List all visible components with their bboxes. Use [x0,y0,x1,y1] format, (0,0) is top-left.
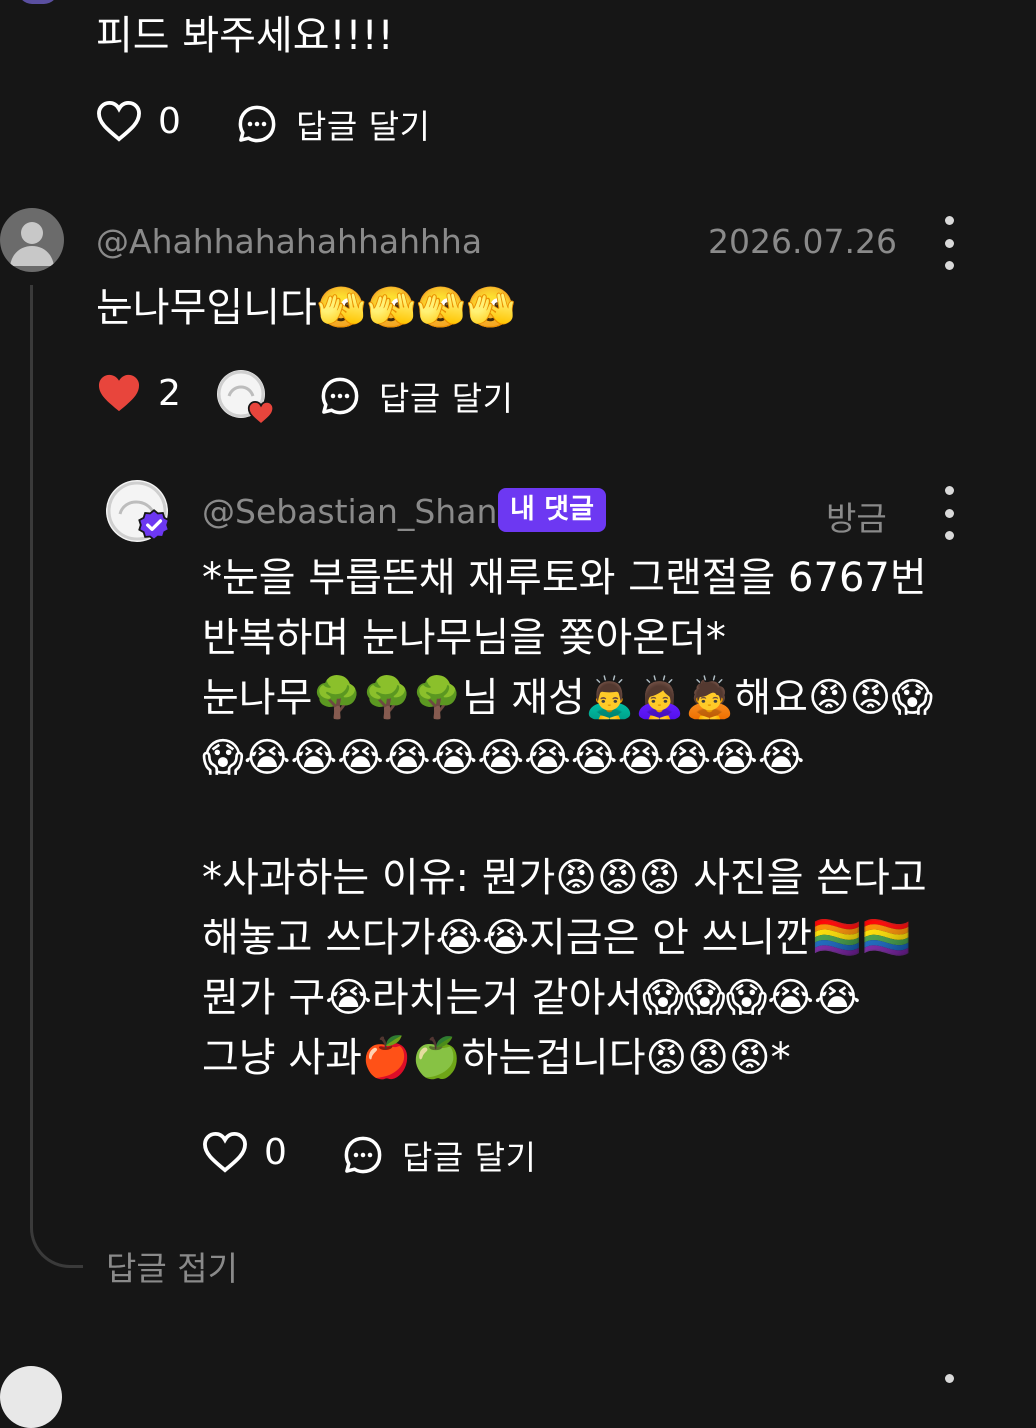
speech-bubble-icon [321,377,359,415]
reply-text-line: *눈을 부릅뜬채 재루토와 그랜절을 6767번 [202,555,927,601]
prev-comment-text: 피드 봐주세요!!!! [96,13,394,59]
more-vertical-icon [944,216,954,225]
reply-time: 방금 [826,499,887,538]
comment-reply-label: 답글 달기 [379,379,514,418]
speech-bubble-icon [344,1136,382,1174]
heart-outline-icon [203,1131,247,1173]
reply-text-line: 그냥 사과🍎🍏하는겁니다😡😡😡* [202,1035,791,1081]
reply-like-count: 0 [264,1131,287,1173]
heart-filled-icon [247,401,275,426]
reply-reply-button[interactable]: 답글 달기 [342,1131,536,1179]
reply-text-line [202,788,933,848]
reply-reply-label: 답글 달기 [402,1138,537,1177]
my-comment-badge: 내 댓글 [498,488,606,532]
comment-reply-button[interactable]: 답글 달기 [319,372,513,420]
verified-badge-icon [138,509,170,541]
comment-username[interactable]: @Ahahhahahahhahhha [96,222,482,261]
prev-avatar-edge [18,0,58,4]
reply-text-line: 해놓고 쓰다가😭😭지금은 안 쓰니깐🏳️‍🌈🏳️‍🌈 [202,915,912,961]
reply-text-line: *사과하는 이유: 뭔가😡😡😡 사진을 쓴다고 [202,855,927,901]
reply-text-line: 뭔가 구😭라치는거 같아서😱😱😱😭😭 [202,975,861,1021]
thread-line [30,285,83,1268]
reply-text-line: 반복하며 눈나무님을 쫒아온더* [202,615,726,661]
comment-date: 2026.07.26 [708,222,897,261]
prev-like-button[interactable]: 0 [96,100,181,142]
reply-text-line: 눈나무🌳🌳🌳님 재성🙇‍♂️🙇‍♀️🙇해요😡😡😱 [202,675,934,721]
creator-liked-avatar [217,370,277,428]
more-vertical-icon [944,486,954,495]
heart-filled-icon [98,374,140,412]
reply-like-button[interactable]: 0 [202,1131,287,1173]
comment-like-count: 2 [158,372,181,414]
person-icon [10,222,54,266]
prev-reply-label: 답글 달기 [296,107,431,146]
more-vertical-icon [944,1374,954,1383]
comment-like-button[interactable]: 2 [96,372,181,414]
comment-text: 눈나무입니다🫣🫣🫣🫣 [96,285,517,331]
heart-outline-icon [97,100,141,142]
comment-more-button[interactable] [944,216,954,270]
reply-text-line: 😱😭😭😭😭😭😭😭😭😭😭😭😭 [202,735,805,781]
collapse-replies-button[interactable]: 답글 접기 [106,1242,238,1290]
speech-bubble-icon [238,105,276,143]
prev-reply-button[interactable]: 답글 달기 [236,100,430,148]
prev-like-count: 0 [158,100,181,142]
next-avatar[interactable] [0,1366,62,1428]
reply-username[interactable]: @Sebastian_Shan [202,492,497,531]
next-more-button[interactable] [944,1374,954,1394]
reply-more-button[interactable] [944,486,954,540]
reply-text: *눈을 부릅뜬채 재루토와 그랜절을 6767번 반복하며 눈나무님을 쫒아온더… [202,548,933,1088]
avatar[interactable] [0,208,64,272]
